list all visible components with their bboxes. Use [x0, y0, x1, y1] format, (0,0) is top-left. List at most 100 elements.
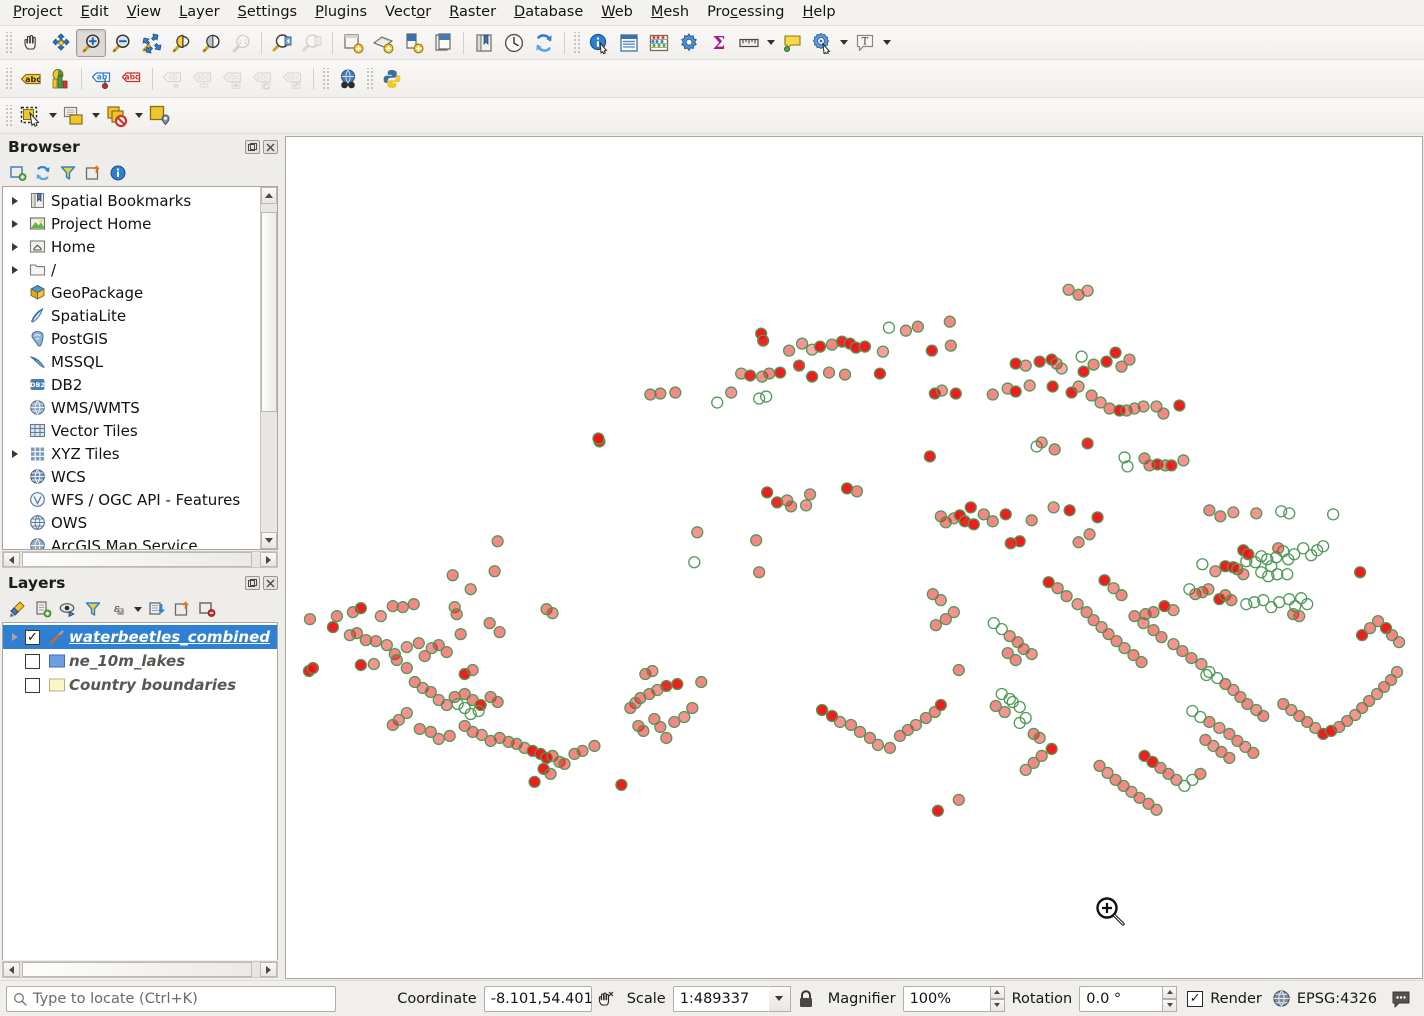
expression-filter-icon[interactable]: ε [106, 598, 130, 620]
new-3d-map-view-icon[interactable] [368, 29, 398, 57]
zoom-out-icon[interactable] [106, 29, 136, 57]
layer-visibility-checkbox[interactable] [25, 677, 40, 693]
expand-arrow-icon[interactable] [5, 237, 25, 257]
browser-item-geopackage[interactable]: GeoPackage [3, 281, 260, 304]
browser-item-mssql[interactable]: MSSQL [3, 350, 260, 373]
rotation-field[interactable]: 0.0 ° [1079, 985, 1164, 1012]
scroll-down-button[interactable] [261, 532, 277, 549]
expand-arrow-icon[interactable] [5, 260, 25, 280]
menu-web[interactable]: Web [592, 1, 642, 24]
refresh-icon[interactable] [529, 29, 559, 57]
remove-layer-icon[interactable] [195, 598, 219, 620]
zoom-to-layer-icon[interactable] [196, 29, 226, 57]
menu-raster[interactable]: Raster [440, 1, 505, 24]
browser-item-project-home[interactable]: Project Home [3, 212, 260, 235]
expand-arrow-icon[interactable] [5, 191, 25, 211]
select-value-dropdown-arrow-icon[interactable] [89, 102, 102, 130]
locator-search-bar[interactable]: Type to locate (Ctrl+K) [6, 985, 336, 1012]
menu-database[interactable]: Database [505, 1, 592, 24]
show-hide-labels-icon[interactable]: ab [158, 65, 188, 93]
toolbar-grip[interactable] [366, 67, 374, 90]
browser-item-home[interactable]: Home [3, 235, 260, 258]
menu-settings[interactable]: Settings [229, 1, 307, 24]
layer-visibility-checkbox[interactable]: ✓ [25, 629, 40, 645]
browser-vertical-scrollbar[interactable] [260, 187, 277, 549]
browser-item-vector-tiles[interactable]: Vector Tiles [3, 419, 260, 442]
scale-dropdown-arrow-icon[interactable] [768, 985, 791, 1012]
enable-properties-icon[interactable] [106, 162, 130, 184]
pan-map-icon[interactable] [16, 29, 46, 57]
measure-dropdown-arrow-icon[interactable] [764, 29, 777, 57]
browser-item-spatialite[interactable]: SpatiaLite [3, 304, 260, 327]
lock-scale-icon[interactable] [791, 989, 821, 1009]
toolbar-grip[interactable] [5, 67, 13, 90]
filter-browser-icon[interactable] [56, 162, 80, 184]
menu-plugins[interactable]: Plugins [306, 1, 376, 24]
browser-item-ows[interactable]: OWS [3, 511, 260, 534]
new-print-layout-icon[interactable] [398, 29, 428, 57]
select-dropdown-arrow-icon[interactable] [46, 102, 59, 130]
rotation-spinner[interactable] [1162, 985, 1178, 1012]
layer-diagram-options-icon[interactable] [46, 65, 76, 93]
layers-horizontal-scrollbar[interactable] [2, 961, 278, 978]
zoom-full-icon[interactable] [136, 29, 166, 57]
scroll-left-button[interactable] [3, 962, 20, 977]
change-label-icon[interactable]: abc [248, 65, 278, 93]
statistical-summary-icon[interactable] [644, 29, 674, 57]
metasearch-icon[interactable] [333, 65, 363, 93]
toolbar-grip[interactable] [573, 31, 581, 54]
layer-item-waterbeetles-combined[interactable]: ✓ waterbeetles_combined [3, 625, 277, 649]
menu-mesh[interactable]: Mesh [642, 1, 698, 24]
crs-globe-icon[interactable] [1269, 989, 1295, 1008]
browser-item-[interactable]: / [3, 258, 260, 281]
refresh-icon[interactable] [31, 162, 55, 184]
scroll-up-button[interactable] [261, 187, 277, 204]
scroll-right-button[interactable] [260, 962, 277, 977]
layer-item-country-boundaries[interactable]: Country boundaries [3, 673, 277, 697]
options-gear-icon[interactable] [674, 29, 704, 57]
rotate-label-icon[interactable]: abc [218, 65, 248, 93]
temporal-controller-icon[interactable] [499, 29, 529, 57]
browser-close-button[interactable] [263, 140, 278, 154]
collapse-all-icon[interactable] [81, 162, 105, 184]
render-checkbox[interactable]: ✓ [1187, 990, 1204, 1007]
map-canvas[interactable] [285, 136, 1423, 979]
menu-processing[interactable]: Processing [698, 1, 793, 24]
expand-arrow-icon[interactable] [5, 444, 25, 464]
scroll-track[interactable] [20, 962, 260, 977]
collapse-all-icon[interactable] [170, 598, 194, 620]
highlight-pinned-labels-icon[interactable]: ab [87, 65, 117, 93]
add-layer-icon[interactable] [6, 162, 30, 184]
layer-visibility-checkbox[interactable] [25, 653, 40, 669]
menu-project[interactable]: Project [4, 1, 72, 24]
map-tips-icon[interactable] [777, 29, 807, 57]
show-bookmarks-icon[interactable] [469, 29, 499, 57]
menu-view[interactable]: View [118, 1, 170, 24]
menu-edit[interactable]: Edit [72, 1, 118, 24]
layer-styling-icon[interactable] [6, 598, 30, 620]
expand-arrow-icon[interactable] [5, 214, 25, 234]
move-label-icon[interactable]: abc [188, 65, 218, 93]
menu-layer[interactable]: Layer [170, 1, 228, 24]
pan-map-to-selection-icon[interactable] [46, 29, 76, 57]
scroll-left-button[interactable] [3, 552, 20, 567]
zoom-next-icon[interactable] [297, 29, 327, 57]
messages-icon[interactable] [1384, 990, 1418, 1008]
coordinate-capture-icon[interactable] [592, 989, 620, 1009]
annotation-dropdown-arrow-icon[interactable] [880, 29, 893, 57]
scroll-track[interactable] [261, 204, 277, 532]
zoom-native-icon[interactable]: 1:1 [226, 29, 256, 57]
browser-horizontal-scrollbar[interactable] [2, 551, 278, 568]
zoom-last-icon[interactable] [267, 29, 297, 57]
select-by-value-icon[interactable] [59, 102, 89, 130]
toolbar-grip[interactable] [322, 67, 330, 90]
filter-legend-icon[interactable] [81, 598, 105, 620]
browser-item-xyz-tiles[interactable]: XYZ Tiles [3, 442, 260, 465]
layer-item-ne-10m-lakes[interactable]: ne_10m_lakes [3, 649, 277, 673]
measure-line-icon[interactable] [734, 29, 764, 57]
toolbar-grip[interactable] [5, 104, 13, 127]
menu-help[interactable]: Help [794, 1, 845, 24]
layer-labeling-options-icon[interactable]: abc [16, 65, 46, 93]
add-group-icon[interactable] [31, 598, 55, 620]
zoom-in-icon[interactable] [76, 28, 106, 57]
